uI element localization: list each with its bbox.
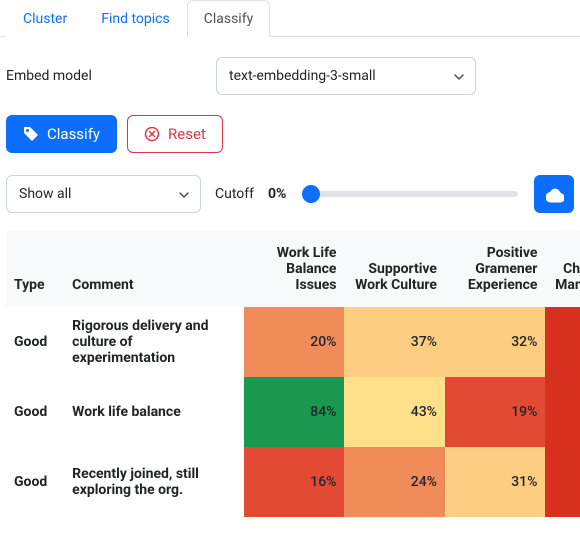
heatmap-cell: 37% [344, 307, 444, 377]
cutoff-value: 0% [268, 186, 286, 202]
tab-find-topics[interactable]: Find topics [84, 0, 187, 37]
header-col3: Positive Gramener Experience [445, 231, 545, 307]
row-type: Good [6, 447, 64, 517]
row-comment: Work life balance [64, 377, 244, 447]
reset-button[interactable]: Reset [127, 115, 223, 153]
cutoff-label: Cutoff [215, 186, 254, 202]
show-select[interactable]: Show all [6, 175, 201, 213]
row-comment: Recently joined, still exploring the org… [64, 447, 244, 517]
embed-model-value: text-embedding-3-small [229, 68, 376, 84]
heatmap-cell: 32% [445, 307, 545, 377]
embed-model-select[interactable]: text-embedding-3-small [216, 57, 476, 95]
heatmap-cell: 84% [244, 377, 344, 447]
reset-button-label: Reset [168, 125, 206, 143]
cutoff-slider[interactable] [302, 191, 518, 197]
heatmap-cell: 43% [344, 377, 444, 447]
tag-icon [23, 126, 39, 142]
tab-bar: Cluster Find topics Classify [0, 0, 580, 37]
heatmap-cell [545, 377, 580, 447]
heatmap-cell [545, 447, 580, 517]
table-row: GoodRigorous delivery and culture of exp… [6, 307, 580, 377]
heatmap-cell: 19% [445, 377, 545, 447]
header-col1: Work Life Balance Issues [244, 231, 344, 307]
results-table-wrap: Type Comment Work Life Balance Issues Su… [6, 231, 580, 517]
header-col2: Supportive Work Culture [344, 231, 444, 307]
cloud-download-icon [546, 186, 562, 202]
classify-button-label: Classify [47, 125, 100, 143]
embed-model-label: Embed model [6, 68, 216, 84]
download-button[interactable] [534, 175, 574, 213]
tab-classify[interactable]: Classify [187, 0, 270, 37]
heatmap-cell: 24% [344, 447, 444, 517]
row-type: Good [6, 307, 64, 377]
row-type: Good [6, 377, 64, 447]
chevron-down-icon [453, 71, 463, 81]
table-row: GoodRecently joined, still exploring the… [6, 447, 580, 517]
heatmap-cell [545, 307, 580, 377]
header-type: Type [6, 231, 64, 307]
chevron-down-icon [178, 189, 188, 199]
classify-button[interactable]: Classify [6, 115, 117, 153]
show-select-value: Show all [19, 186, 71, 202]
results-table: Type Comment Work Life Balance Issues Su… [6, 231, 580, 517]
tab-cluster[interactable]: Cluster [6, 0, 84, 37]
header-comment: Comment [64, 231, 244, 307]
heatmap-cell: 16% [244, 447, 344, 517]
heatmap-cell: 31% [445, 447, 545, 517]
table-row: GoodWork life balance84%43%19% [6, 377, 580, 447]
row-comment: Rigorous delivery and culture of experim… [64, 307, 244, 377]
heatmap-cell: 20% [244, 307, 344, 377]
header-col4: Challenging Management [545, 231, 580, 307]
close-circle-icon [144, 126, 160, 142]
